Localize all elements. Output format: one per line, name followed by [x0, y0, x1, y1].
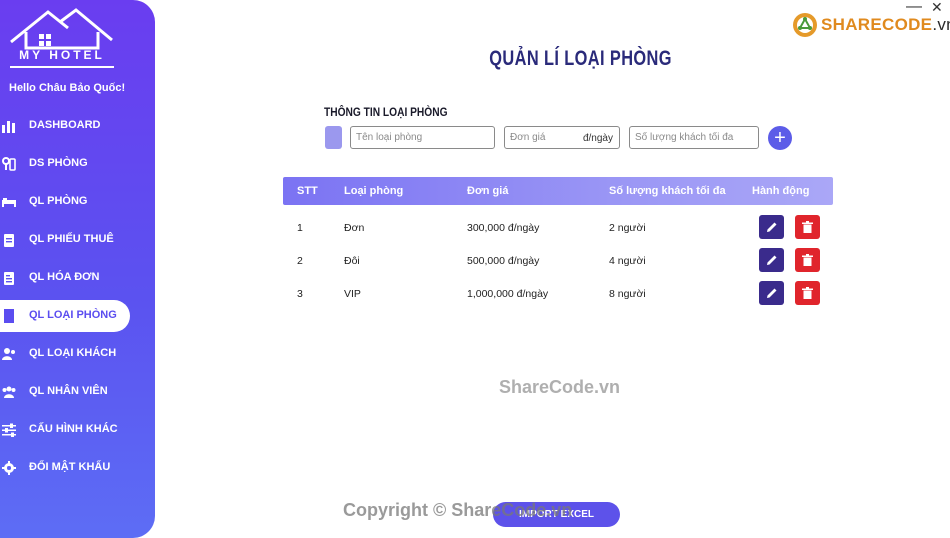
- logo-underline: [10, 66, 114, 68]
- table-body: 1 Đơn 300,000 đ/ngày 2 người 2 Đôi 500,0…: [283, 212, 833, 311]
- sidebar-item-label: QL PHIẾU THUÊ: [29, 233, 114, 245]
- sidebar-item-label: DASHBOARD: [29, 119, 101, 131]
- edit-button[interactable]: [759, 281, 784, 305]
- brand-text: SHARECODE.vn: [821, 15, 950, 34]
- logo-text: MY HOTEL: [19, 48, 105, 62]
- cell-max-guests: 4 người: [609, 255, 646, 267]
- sidebar-item-label: QL NHÂN VIÊN: [29, 385, 108, 397]
- greeting: Hello Châu Bảo Quốc!: [9, 82, 126, 94]
- brand-logo: SHARECODE.vn: [792, 12, 950, 38]
- gear-icon: [2, 461, 16, 475]
- bar-chart-icon: [2, 119, 16, 133]
- header-max-guests: Số lượng khách tối đa: [609, 185, 726, 197]
- room-type-name-input[interactable]: [351, 127, 494, 148]
- door-icon: [2, 309, 16, 323]
- room-type-color-chip[interactable]: [325, 126, 342, 149]
- room-type-name-field[interactable]: [350, 126, 495, 149]
- cell-stt: 1: [297, 222, 303, 234]
- invoice-icon: [2, 271, 16, 285]
- price-field[interactable]: đ/ngày: [504, 126, 620, 149]
- sidebar-item-doi-mat-khau[interactable]: ĐỔI MẬT KHẨU: [0, 449, 155, 487]
- sidebar-item-ds-phong[interactable]: DS PHÒNG: [0, 145, 155, 183]
- trash-icon: [802, 221, 813, 233]
- header-price: Đơn giá: [467, 185, 509, 197]
- house-logo-icon: [10, 8, 113, 50]
- sharecode-logo-icon: [793, 13, 817, 37]
- sidebar-item-ql-phieu-thue[interactable]: QL PHIẾU THUÊ: [0, 221, 155, 259]
- cell-price: 300,000 đ/ngày: [467, 222, 540, 234]
- cell-max-guests: 2 người: [609, 222, 646, 234]
- sidebar-item-label: ĐỔI MẬT KHẨU: [29, 461, 111, 473]
- sidebar-item-ql-loai-phong[interactable]: QL LOẠI PHÒNG: [0, 297, 155, 335]
- max-guests-input[interactable]: [630, 127, 758, 148]
- edit-button[interactable]: [759, 248, 784, 272]
- sidebar-item-cau-hinh-khac[interactable]: CẤU HÌNH KHÁC: [0, 411, 155, 449]
- table-row[interactable]: 2 Đôi 500,000 đ/ngày 4 người: [283, 245, 833, 278]
- header-room-type: Loại phòng: [344, 185, 404, 197]
- room-key-icon: [2, 157, 16, 171]
- user-group-icon: [2, 347, 16, 361]
- max-guests-field[interactable]: [629, 126, 759, 149]
- pencil-icon: [766, 288, 776, 298]
- watermark-copyright: Copyright © ShareCode.vn: [343, 500, 573, 520]
- trash-icon: [802, 254, 813, 266]
- sidebar-item-ql-nhan-vien[interactable]: QL NHÂN VIÊN: [0, 373, 155, 411]
- table-row[interactable]: 3 VIP 1,000,000 đ/ngày 8 người: [283, 278, 833, 311]
- pencil-icon: [766, 222, 776, 232]
- sliders-icon: [2, 423, 16, 437]
- cell-stt: 2: [297, 255, 303, 267]
- header-actions: Hành động: [752, 185, 810, 197]
- clipboard-icon: [2, 233, 16, 247]
- sidebar-item-label: DS PHÒNG: [29, 157, 88, 169]
- cell-room-type: Đôi: [344, 255, 360, 267]
- table-row[interactable]: 1 Đơn 300,000 đ/ngày 2 người: [283, 212, 833, 245]
- sidebar-item-ql-phong[interactable]: QL PHÒNG: [0, 183, 155, 221]
- cell-stt: 3: [297, 288, 303, 300]
- delete-button[interactable]: [795, 248, 820, 272]
- delete-button[interactable]: [795, 215, 820, 239]
- table-header: STT Loại phòng Đơn giá Số lượng khách tố…: [283, 177, 833, 205]
- sidebar: MY HOTEL Hello Châu Bảo Quốc! DASHBOARD …: [0, 0, 155, 538]
- sidebar-item-ql-hoa-don[interactable]: QL HÓA ĐƠN: [0, 259, 155, 297]
- bed-icon: [2, 195, 16, 209]
- sidebar-item-ql-loai-khach[interactable]: QL LOẠI KHÁCH: [0, 335, 155, 373]
- delete-button[interactable]: [795, 281, 820, 305]
- page-title: QUẢN LÍ LOẠI PHÒNG: [489, 47, 672, 70]
- cell-max-guests: 8 người: [609, 288, 646, 300]
- cell-price: 1,000,000 đ/ngày: [467, 288, 549, 300]
- cell-price: 500,000 đ/ngày: [467, 255, 540, 267]
- add-room-type-button[interactable]: +: [768, 126, 792, 150]
- pencil-icon: [766, 255, 776, 265]
- section-title: THÔNG TIN LOẠI PHÒNG: [324, 105, 448, 119]
- sidebar-menu: DASHBOARD DS PHÒNG QL PHÒNG QL PHIẾU THU…: [0, 107, 155, 487]
- cell-room-type: VIP: [344, 288, 361, 300]
- sidebar-item-label: QL PHÒNG: [29, 195, 88, 207]
- sidebar-item-label: CẤU HÌNH KHÁC: [29, 423, 118, 435]
- cell-room-type: Đơn: [344, 222, 365, 234]
- edit-button[interactable]: [759, 215, 784, 239]
- header-stt: STT: [297, 185, 318, 197]
- app-window: MY HOTEL Hello Châu Bảo Quốc! DASHBOARD …: [0, 0, 950, 538]
- sidebar-item-label: QL LOẠI KHÁCH: [29, 347, 117, 359]
- sidebar-item-dashboard[interactable]: DASHBOARD: [0, 107, 155, 145]
- users-icon: [2, 385, 16, 399]
- price-unit: đ/ngày: [582, 133, 613, 144]
- sidebar-item-label: QL LOẠI PHÒNG: [29, 309, 117, 321]
- watermark-center: ShareCode.vn: [499, 377, 621, 397]
- trash-icon: [802, 287, 813, 299]
- sidebar-item-label: QL HÓA ĐƠN: [29, 271, 100, 283]
- hotel-logo: MY HOTEL: [8, 8, 116, 68]
